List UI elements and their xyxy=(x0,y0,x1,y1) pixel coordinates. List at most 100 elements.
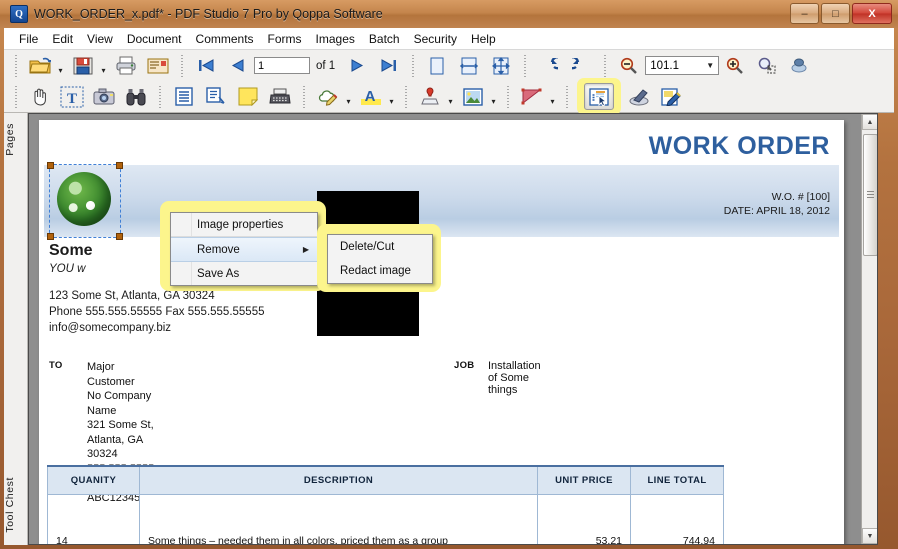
rotate-left-icon[interactable] xyxy=(534,52,564,79)
menu-batch[interactable]: Batch xyxy=(362,31,407,47)
selection-handle-bottom-right[interactable] xyxy=(116,233,123,240)
open-icon[interactable] xyxy=(25,52,55,79)
svg-text:A: A xyxy=(365,88,376,105)
last-page-icon[interactable] xyxy=(374,52,404,79)
rotate-right-icon[interactable] xyxy=(566,52,596,79)
remove-submenu[interactable]: Delete/Cut Redact image xyxy=(327,234,433,284)
scroll-up-arrow-icon[interactable]: ▲ xyxy=(862,114,878,130)
selection-handle-bottom-left[interactable] xyxy=(47,233,54,240)
menu-images[interactable]: Images xyxy=(309,31,362,47)
window-title: WORK_ORDER_x.pdf* - PDF Studio 7 Pro by … xyxy=(34,7,383,21)
menu-security[interactable]: Security xyxy=(407,31,464,47)
zoom-selection-icon[interactable] xyxy=(752,52,782,79)
sticky-note-icon[interactable] xyxy=(233,83,263,110)
svg-text:T: T xyxy=(67,91,77,107)
work-order-meta: W.O. # [100] DATE: APRIL 18, 2012 xyxy=(724,190,830,218)
insert-image-icon[interactable] xyxy=(458,83,488,110)
email-icon[interactable] xyxy=(143,52,173,79)
menu-view[interactable]: View xyxy=(80,31,120,47)
toolbar-separator xyxy=(524,55,526,77)
print-icon[interactable] xyxy=(111,52,141,79)
hand-tool-icon[interactable] xyxy=(25,83,55,110)
save-icon[interactable] xyxy=(68,52,98,79)
menu-document[interactable]: Document xyxy=(120,31,189,47)
selection-handle-top-right[interactable] xyxy=(116,162,123,169)
signature-icon[interactable] xyxy=(656,83,686,110)
page-number-input[interactable]: 1 xyxy=(254,57,310,74)
close-button[interactable]: X xyxy=(852,3,892,24)
fit-width-icon[interactable] xyxy=(454,52,484,79)
window-controls: – □ X xyxy=(790,3,892,24)
image-selection-box[interactable] xyxy=(49,164,121,238)
menu-comments[interactable]: Comments xyxy=(189,31,261,47)
scanner-icon[interactable] xyxy=(624,83,654,110)
toolbar-separator xyxy=(15,86,17,108)
loupe-icon[interactable] xyxy=(784,52,814,79)
page-count-label: of 1 xyxy=(316,60,335,72)
zoom-level-input[interactable]: 101.1 ▼ xyxy=(645,56,719,75)
zoom-level-value: 101.1 xyxy=(650,57,679,75)
highlight-dropdown-caret-icon[interactable]: ▾ xyxy=(387,82,396,111)
toolbar-separator xyxy=(566,86,568,108)
document-viewport[interactable]: WORK ORDER W.O. # [100] DATE: APRIL 18, … xyxy=(28,113,878,545)
measure-tool-icon[interactable] xyxy=(517,83,547,110)
context-menu-item-image-properties[interactable]: Image properties xyxy=(171,213,317,237)
column-header-line-total: LINE TOTAL xyxy=(631,466,724,495)
toolbar-separator xyxy=(159,86,161,108)
stamp-dropdown-caret-icon[interactable]: ▾ xyxy=(446,82,455,111)
selection-handle-top-left[interactable] xyxy=(47,162,54,169)
measure-dropdown-caret-icon[interactable]: ▾ xyxy=(548,82,557,111)
zoom-dropdown-caret-icon[interactable]: ▼ xyxy=(706,57,714,75)
callout-annotation-icon[interactable] xyxy=(201,83,231,110)
company-name: Some xyxy=(49,242,93,260)
previous-page-icon[interactable] xyxy=(223,52,253,79)
zoom-out-icon[interactable] xyxy=(614,52,644,79)
text-box-annotation-icon[interactable] xyxy=(169,83,199,110)
title-bar: Q WORK_ORDER_x.pdf* - PDF Studio 7 Pro b… xyxy=(0,0,898,28)
fit-page-icon[interactable] xyxy=(422,52,452,79)
open-dropdown-caret-icon[interactable]: ▾ xyxy=(56,51,65,80)
snapshot-camera-icon[interactable] xyxy=(89,83,119,110)
vertical-scrollbar[interactable]: ▲ ▼ xyxy=(861,114,877,544)
context-menu-item-remove[interactable]: Remove ▶ xyxy=(171,237,317,262)
markup-dropdown-caret-icon[interactable]: ▾ xyxy=(344,82,353,111)
submenu-item-delete-cut[interactable]: Delete/Cut xyxy=(328,235,432,259)
scroll-down-arrow-icon[interactable]: ▼ xyxy=(862,528,878,544)
cell-quantity: 14 xyxy=(48,495,140,546)
recipient-label: TO xyxy=(49,360,63,371)
search-binoculars-icon[interactable] xyxy=(121,83,151,110)
menu-file[interactable]: File xyxy=(12,31,45,47)
column-header-unit-price: UNIT PRICE xyxy=(538,466,631,495)
maximize-button[interactable]: □ xyxy=(821,3,850,24)
sidebar-tab-pages[interactable]: Pages xyxy=(4,117,28,162)
toolbar-separator xyxy=(507,86,509,108)
column-header-description: DESCRIPTION xyxy=(140,466,538,495)
menu-help[interactable]: Help xyxy=(464,31,503,47)
text-select-tool-icon[interactable]: T xyxy=(57,83,87,110)
next-page-icon[interactable] xyxy=(342,52,372,79)
fit-visible-icon[interactable] xyxy=(486,52,516,79)
menu-edit[interactable]: Edit xyxy=(45,31,80,47)
text-highlight-icon[interactable]: A xyxy=(356,83,386,110)
minimize-button[interactable]: – xyxy=(790,3,819,24)
submenu-item-redact-image[interactable]: Redact image xyxy=(328,259,432,283)
submenu-arrow-icon: ▶ xyxy=(303,245,309,254)
context-menu-item-save-as[interactable]: Save As xyxy=(171,262,317,285)
address-line-2: Phone 555.555.55555 Fax 555.555.55555 xyxy=(49,304,265,320)
image-context-menu[interactable]: Image properties Remove ▶ Save As xyxy=(170,212,318,286)
scrollbar-thumb[interactable] xyxy=(863,134,878,256)
content-select-tool-highlight xyxy=(577,78,621,115)
toolbar-separator xyxy=(412,55,414,77)
menu-bar: File Edit View Document Comments Forms I… xyxy=(4,28,894,50)
content-select-tool-icon[interactable] xyxy=(584,83,614,110)
image-dropdown-caret-icon[interactable]: ▾ xyxy=(489,82,498,111)
stamp-icon[interactable] xyxy=(415,83,445,110)
pencil-cloud-markup-icon[interactable] xyxy=(313,83,343,110)
zoom-in-icon[interactable] xyxy=(720,52,750,79)
first-page-icon[interactable] xyxy=(191,52,221,79)
pdf-page[interactable]: WORK ORDER W.O. # [100] DATE: APRIL 18, … xyxy=(39,120,844,545)
typewriter-icon[interactable] xyxy=(265,83,295,110)
sidebar-tab-tool-chest[interactable]: Tool Chest xyxy=(4,471,28,539)
menu-forms[interactable]: Forms xyxy=(261,31,309,47)
save-dropdown-caret-icon[interactable]: ▾ xyxy=(99,51,108,80)
